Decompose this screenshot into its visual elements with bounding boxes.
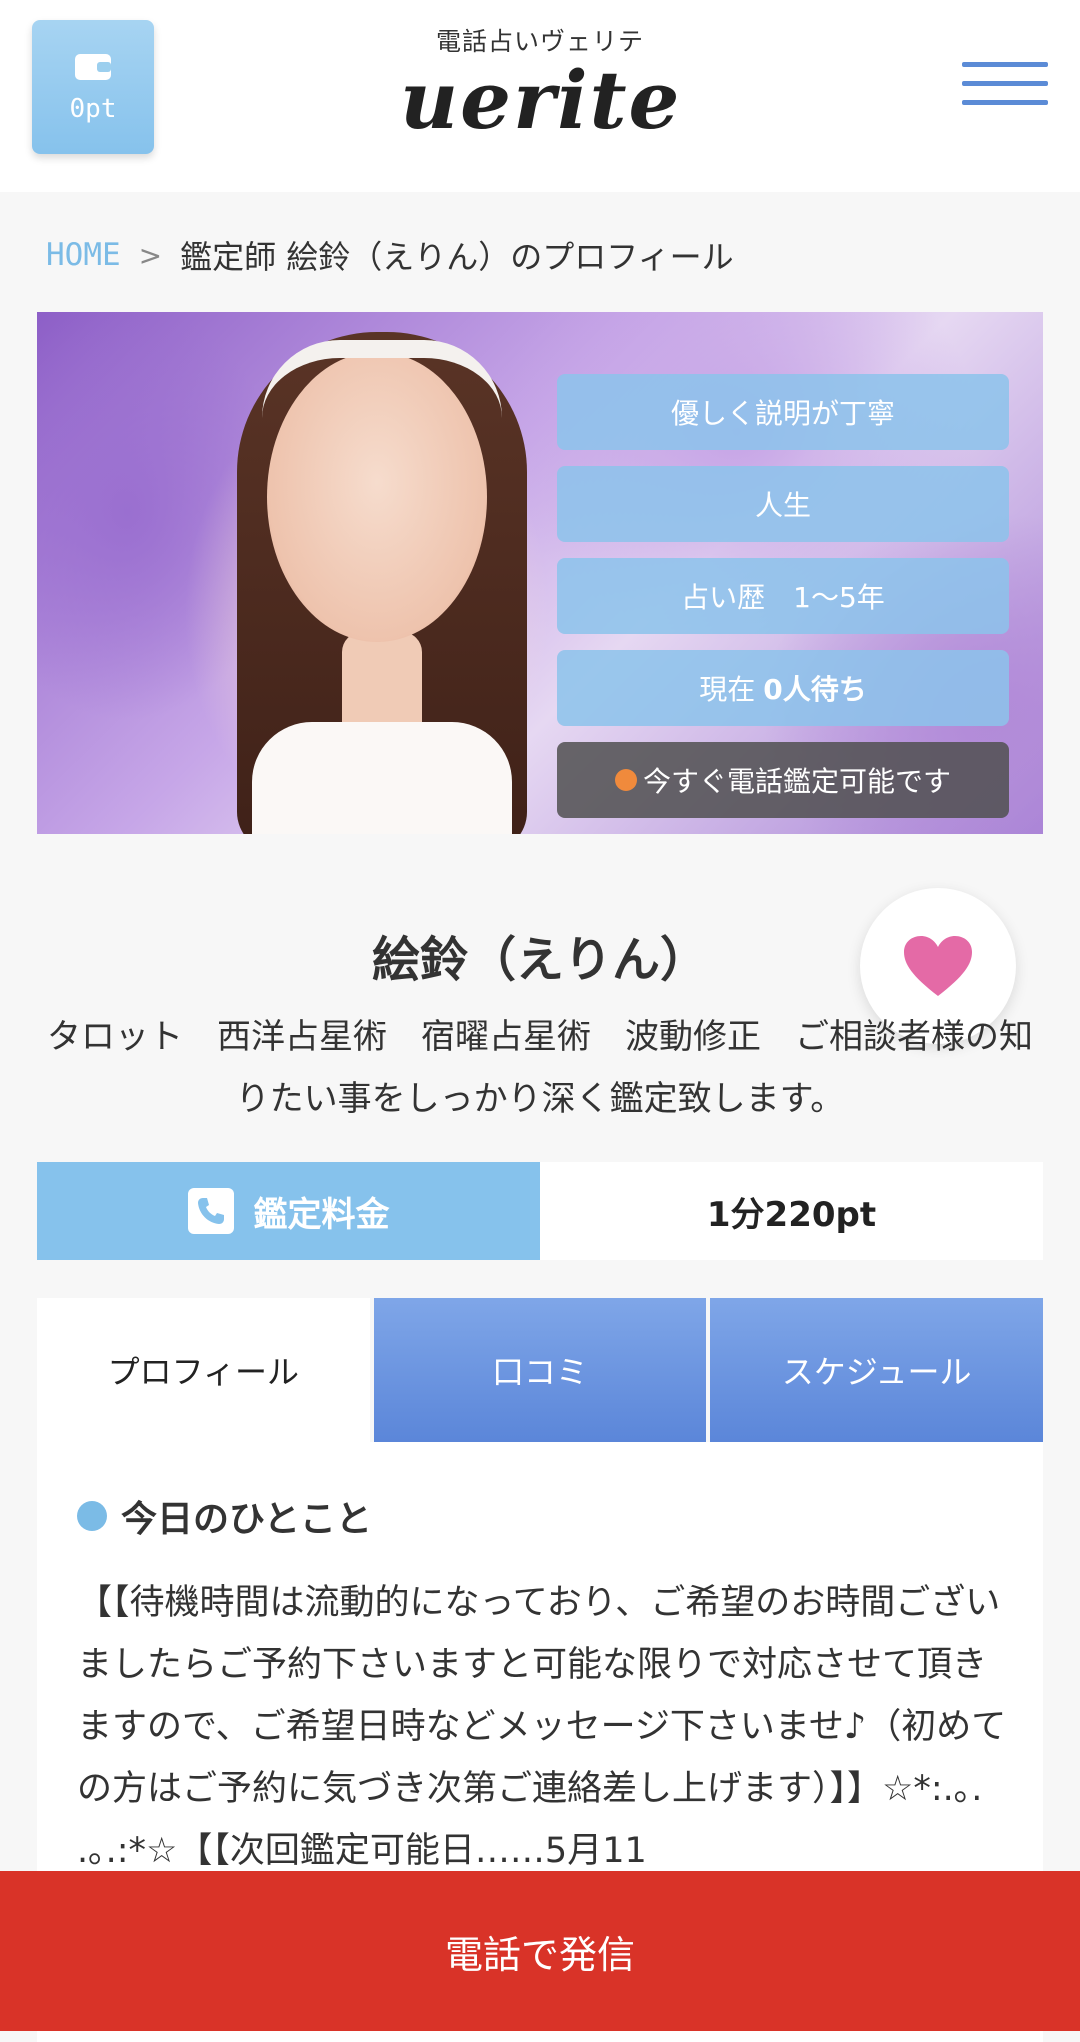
status-dot-icon [614,769,637,791]
availability-status: 今すぐ電話鑑定可能です [557,742,1009,818]
tag-experience: 占い歴 1〜5年 [557,558,1009,634]
today-message-text: 【【待機時間は流動的になっており、ご希望のお時間ございましたらご予約下さいますと… [77,1583,1007,1871]
profile-tabs: プロフィール 口コミ スケジュール [37,1298,1044,1442]
fee-value: 1分220pt [540,1162,1043,1260]
hero-tags: 優しく説明が丁寧 人生 占い歴 1〜5年 現在 0人待ち 今すぐ電話鑑定可能です [557,374,1009,834]
status-text: 今すぐ電話鑑定可能です [642,765,951,798]
tag-style: 優しく説明が丁寧 [557,374,1009,450]
fortune-teller-description: タロット 西洋占星術 宿曜占星術 波動修正 ご相談者様の知りたい事をしっかり深く… [47,1017,1033,1119]
breadcrumb-home-link[interactable]: HOME [46,237,121,273]
call-button[interactable]: 電話で発信 [0,1871,1080,2031]
fee-label-text: 鑑定料金 [253,1194,390,1235]
today-message-heading: 今日のひとこと [77,1490,372,1542]
logo-wordmark: uerite [400,53,682,147]
fortune-teller-hero: 優しく説明が丁寧 人生 占い歴 1〜5年 現在 0人待ち 今すぐ電話鑑定可能です [37,312,1043,834]
wallet-icon [75,54,111,80]
site-logo[interactable]: 電話占いヴェリテ uerite [400,22,680,142]
tab-schedule[interactable]: スケジュール [710,1298,1044,1442]
points-wallet-button[interactable]: 0pt [32,20,154,154]
heart-icon [904,936,972,996]
tab-reviews[interactable]: 口コミ [373,1298,707,1442]
today-message-title: 今日のひとこと [121,1499,372,1540]
bullet-dot-icon [77,1501,107,1531]
fee-label: 鑑定料金 [37,1162,540,1260]
breadcrumb-separator: > [138,238,163,272]
waiting-prefix: 現在 [699,673,756,706]
breadcrumb-current: 鑑定師 絵鈴（えりん）のプロフィール [180,238,734,276]
breadcrumb: HOME > 鑑定師 絵鈴（えりん）のプロフィール [46,232,734,278]
hero-photo-headband [262,340,502,418]
waiting-count: 0人待ち [763,673,867,706]
phone-icon [187,1188,234,1234]
hero-photo-dress [252,722,512,834]
fee-row: 鑑定料金 1分220pt [37,1162,1043,1260]
tag-waiting: 現在 0人待ち [557,650,1009,726]
tag-genre: 人生 [557,466,1009,542]
points-balance: 0pt [69,94,117,124]
tab-profile[interactable]: プロフィール [37,1298,370,1442]
hamburger-menu-icon[interactable] [962,62,1048,120]
app-header: 0pt 電話占いヴェリテ uerite [0,0,1080,192]
